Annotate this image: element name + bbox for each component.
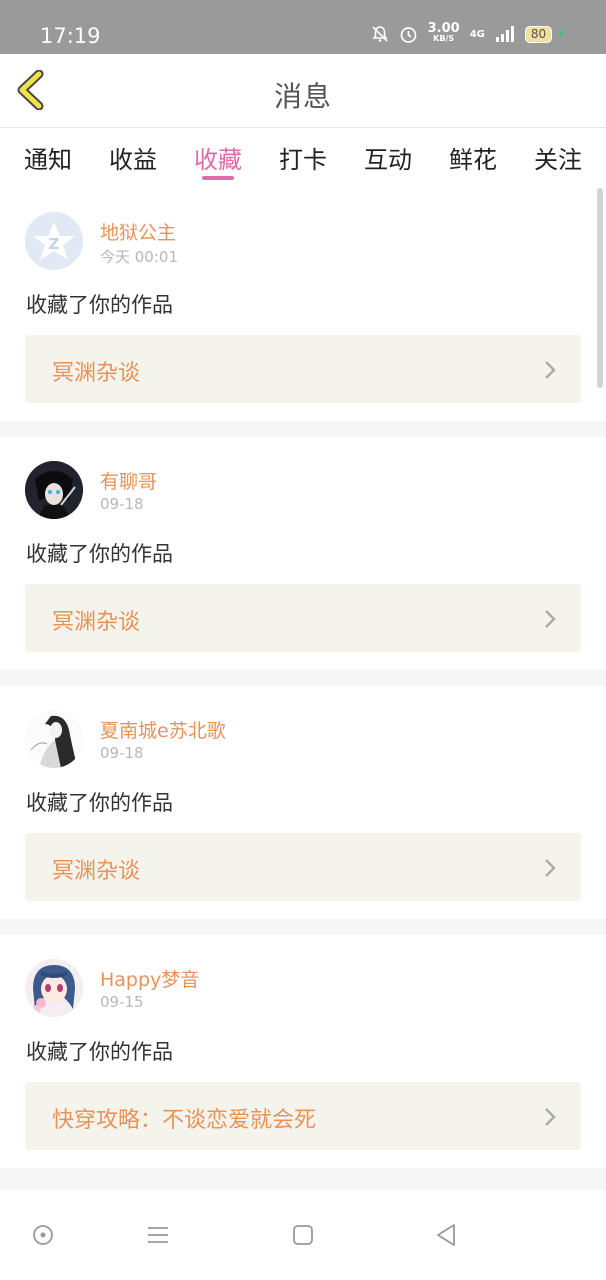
tab-favorites[interactable]: 收藏 (194, 128, 242, 188)
system-nav-bar (0, 1190, 606, 1280)
svg-text:Z: Z (49, 235, 60, 253)
work-link[interactable]: 冥渊杂谈 (25, 584, 581, 652)
chevron-right-icon (545, 1108, 556, 1126)
work-link[interactable]: 冥渊杂谈 (25, 833, 581, 901)
menu-icon[interactable] (143, 1220, 173, 1250)
avatar[interactable] (25, 959, 83, 1017)
message-card: Happy梦音 09-15 收藏了你的作品 快穿攻略：不谈恋爱就会死 (0, 935, 606, 1168)
timestamp: 09-18 (100, 495, 144, 513)
username[interactable]: 地狱公主 (100, 218, 176, 245)
tab-notify[interactable]: 通知 (24, 128, 72, 188)
work-title: 快穿攻略：不谈恋爱就会死 (52, 1108, 317, 1133)
action-text: 收藏了你的作品 (26, 293, 173, 317)
action-text: 收藏了你的作品 (26, 791, 173, 815)
tab-earnings[interactable]: 收益 (109, 128, 157, 188)
work-link[interactable]: 冥渊杂谈 (25, 335, 581, 403)
chevron-right-icon (545, 610, 556, 628)
action-text: 收藏了你的作品 (26, 542, 173, 566)
work-title: 冥渊杂谈 (52, 610, 141, 635)
chevron-right-icon (545, 361, 556, 379)
timestamp: 09-18 (100, 744, 144, 762)
tab-bar: 通知 收益 收藏 打卡 互动 鲜花 关注 (0, 128, 606, 188)
username[interactable]: Happy梦音 (100, 965, 199, 992)
work-title: 冥渊杂谈 (52, 859, 141, 884)
page-title: 消息 (273, 80, 332, 113)
work-title: 冥渊杂谈 (52, 361, 141, 386)
signal-icon (495, 26, 514, 42)
chevron-right-icon (545, 859, 556, 877)
timestamp: 今天 00:01 (100, 248, 178, 266)
tab-follow[interactable]: 关注 (534, 128, 582, 188)
charging-icon: ⚡ (556, 26, 566, 42)
message-card: Z 地狱公主 今天 00:01 收藏了你的作品 冥渊杂谈 (0, 188, 606, 421)
message-card: 夏南城e苏北歌 09-18 收藏了你的作品 冥渊杂谈 (0, 686, 606, 919)
qzone-star-icon: Z (33, 222, 75, 260)
alarm-icon (400, 26, 416, 43)
sketch-girl-avatar (25, 710, 83, 768)
avatar[interactable]: Z (25, 212, 83, 270)
timestamp: 09-15 (100, 993, 144, 1011)
message-card: 有聊哥 09-18 收藏了你的作品 冥渊杂谈 (0, 437, 606, 670)
anime-girl-avatar (25, 959, 83, 1017)
status-bar: 17:19 3.00 KB/S 4G 80 ⚡ (0, 0, 606, 54)
battery-indicator: 80 (524, 25, 553, 43)
avatar[interactable] (25, 461, 83, 519)
top-navbar: 消息 (0, 54, 606, 128)
scrollbar[interactable] (597, 188, 603, 388)
username[interactable]: 有聊哥 (100, 467, 157, 494)
work-link[interactable]: 快穿攻略：不谈恋爱就会死 (25, 1082, 581, 1150)
back-triangle-icon[interactable] (432, 1220, 462, 1250)
avatar[interactable] (25, 710, 83, 768)
status-icons: 3.00 KB/S 4G 80 ⚡ (371, 21, 566, 44)
tab-checkin[interactable]: 打卡 (279, 128, 327, 188)
home-square-icon[interactable] (288, 1220, 318, 1250)
message-list[interactable]: Z 地狱公主 今天 00:01 收藏了你的作品 冥渊杂谈 有聊哥 09-18 收… (0, 188, 606, 1190)
anime-character-avatar (25, 461, 83, 519)
network-speed: 3.00 KB/S (427, 21, 460, 43)
network-type: 4G (469, 28, 485, 40)
mute-bell-icon (372, 26, 388, 42)
tab-flowers[interactable]: 鲜花 (449, 128, 497, 188)
status-time: 17:19 (40, 24, 101, 48)
action-text: 收藏了你的作品 (26, 1040, 173, 1064)
username[interactable]: 夏南城e苏北歌 (100, 716, 226, 743)
assistant-icon[interactable] (28, 1220, 58, 1250)
tab-interaction[interactable]: 互动 (364, 128, 412, 188)
